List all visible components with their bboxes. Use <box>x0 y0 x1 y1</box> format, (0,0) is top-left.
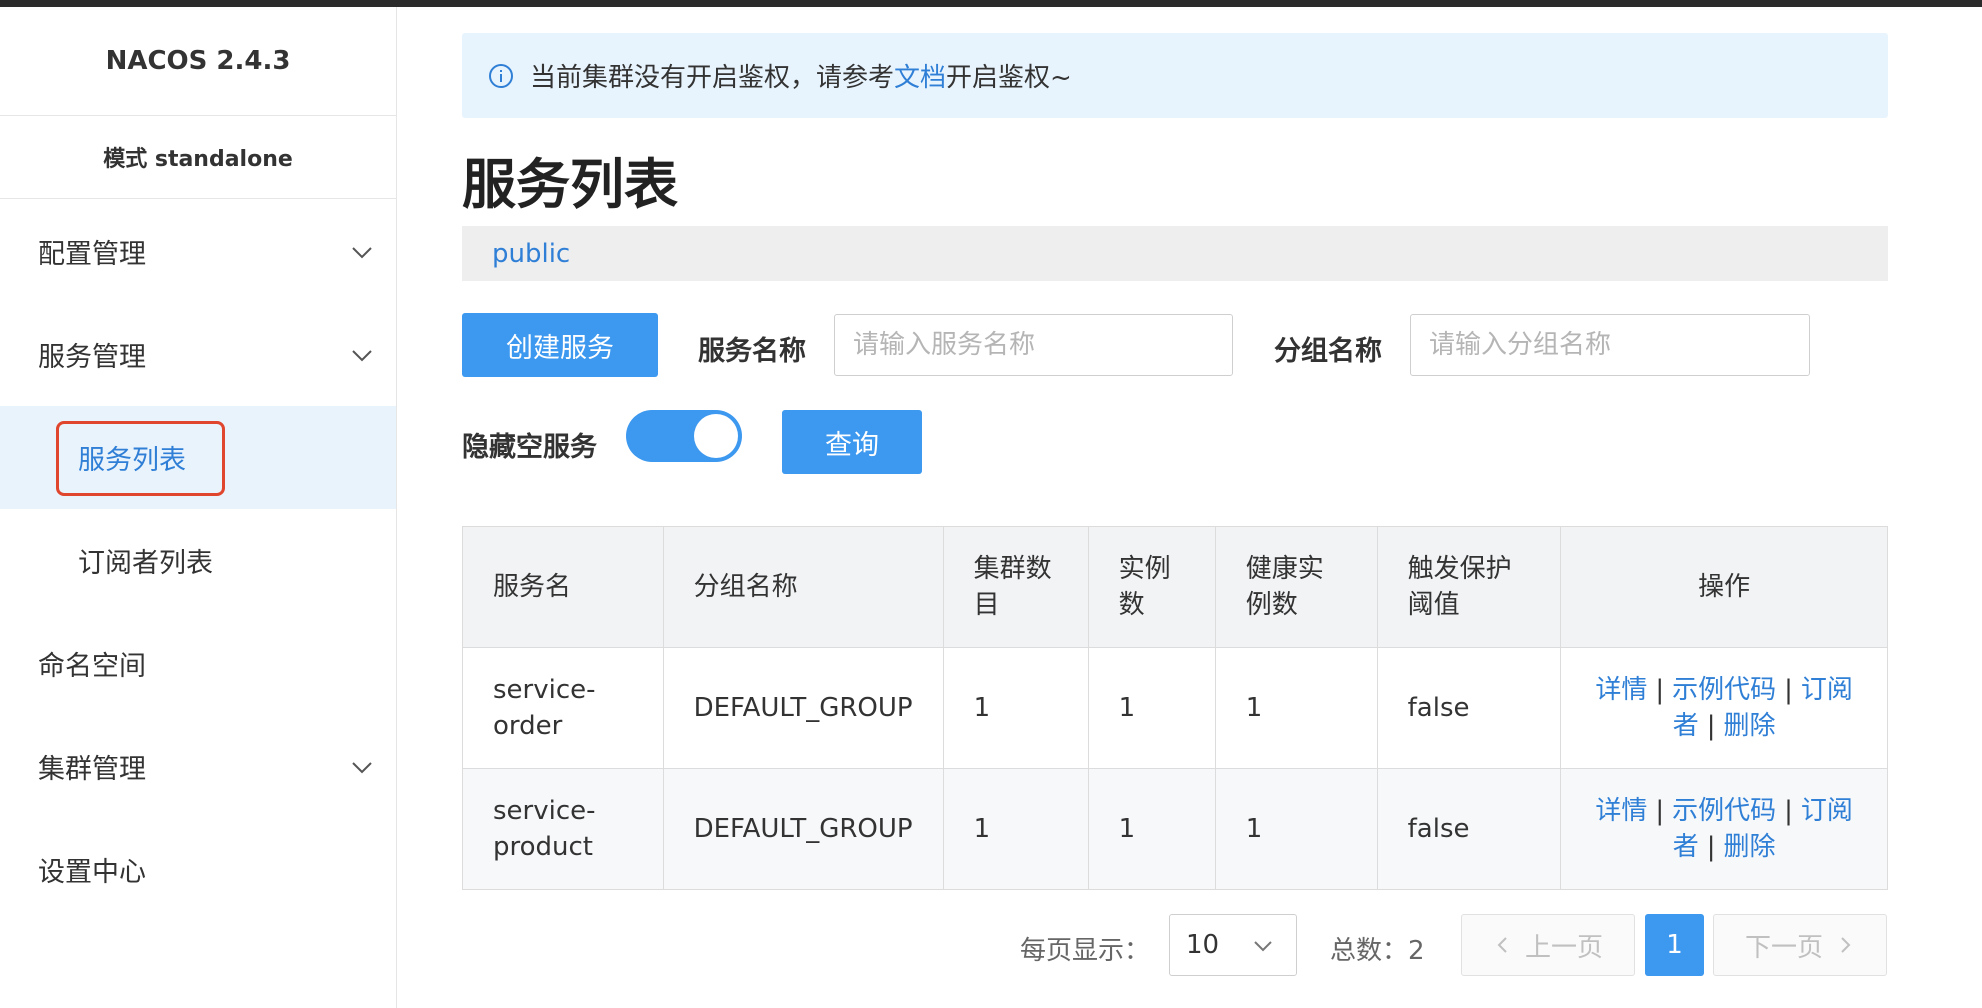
namespace-public[interactable]: public <box>492 239 570 269</box>
page-size-value: 10 <box>1186 930 1220 960</box>
cell-threshold: false <box>1376 768 1562 890</box>
sidebar-item-label: 命名空间 <box>38 651 146 682</box>
detail-link[interactable]: 详情 <box>1595 796 1647 826</box>
separator: | <box>1784 796 1793 826</box>
header-group-name: 分组名称 <box>662 526 944 648</box>
sidebar: NACOS 2.4.3 模式 standalone 配置管理 服务管理 服务列表… <box>0 7 397 1008</box>
sidebar-item-settings[interactable]: 设置中心 <box>0 818 396 921</box>
chevron-left-icon <box>1497 937 1507 953</box>
mode-label: 模式 standalone <box>0 116 396 199</box>
service-name-label: 服务名称 <box>698 336 806 367</box>
notice-prefix: 当前集群没有开启鉴权，请参考 <box>530 63 895 93</box>
create-service-button[interactable]: 创建服务 <box>462 313 658 377</box>
sidebar-item-label: 配置管理 <box>38 239 146 270</box>
sample-code-link[interactable]: 示例代码 <box>1672 796 1776 826</box>
prev-page-button[interactable]: 上一页 <box>1461 914 1635 976</box>
docs-link[interactable]: 文档 <box>894 63 946 93</box>
cell-group-name: DEFAULT_GROUP <box>662 768 944 890</box>
sidebar-item-label: 集群管理 <box>38 754 146 785</box>
delete-link[interactable]: 删除 <box>1724 711 1776 741</box>
page-size-select[interactable]: 10 <box>1169 914 1297 976</box>
sidebar-item-label: 服务管理 <box>38 342 146 373</box>
hide-empty-label: 隐藏空服务 <box>462 432 597 463</box>
table-row: service-order DEFAULT_GROUP 1 1 1 false … <box>462 647 1888 769</box>
sidebar-item-label: 订阅者列表 <box>78 548 213 579</box>
separator: | <box>1706 711 1716 741</box>
cell-actions: 详情 | 示例代码 | 订阅者 | 删除 <box>1560 647 1888 769</box>
header-cluster-count: 集群数目 <box>942 526 1089 648</box>
info-icon <box>489 63 513 88</box>
cell-instance-count: 1 <box>1087 768 1216 890</box>
chevron-down-icon <box>1254 941 1272 952</box>
sidebar-item-subscriber-list[interactable]: 订阅者列表 <box>0 509 396 612</box>
sidebar-item-label: 设置中心 <box>38 857 146 888</box>
sidebar-item-config[interactable]: 配置管理 <box>0 200 396 303</box>
notice-suffix: 开启鉴权~ <box>946 63 1072 93</box>
separator: | <box>1784 675 1793 705</box>
auth-notice: 当前集群没有开启鉴权，请参考文档开启鉴权~ <box>462 33 1888 118</box>
next-page-button[interactable]: 下一页 <box>1713 914 1887 976</box>
table-header-row: 服务名 分组名称 集群数目 实例数 健康实例数 触发保护阈值 操作 <box>462 526 1888 648</box>
top-bar <box>0 0 1982 7</box>
cell-actions: 详情 | 示例代码 | 订阅者 | 删除 <box>1560 768 1888 890</box>
page-1-button[interactable]: 1 <box>1645 914 1704 976</box>
page-size-label: 每页显示： <box>1020 936 1151 966</box>
service-table: 服务名 分组名称 集群数目 实例数 健康实例数 触发保护阈值 操作 servic… <box>462 526 1888 890</box>
header-actions: 操作 <box>1560 526 1888 648</box>
highlight-box <box>56 421 225 496</box>
sidebar-item-cluster[interactable]: 集群管理 <box>0 715 396 818</box>
sidebar-item-service[interactable]: 服务管理 <box>0 303 396 406</box>
page-title: 服务列表 <box>462 153 678 216</box>
toggle-knob <box>694 414 738 458</box>
header-instance-count: 实例数 <box>1087 526 1216 648</box>
header-service-name: 服务名 <box>462 526 664 648</box>
cell-instance-count: 1 <box>1087 647 1216 769</box>
separator: | <box>1706 832 1716 862</box>
group-name-input[interactable] <box>1410 314 1810 376</box>
sample-code-link[interactable]: 示例代码 <box>1672 675 1776 705</box>
header-threshold: 触发保护阈值 <box>1376 526 1562 648</box>
chevron-right-icon <box>1841 937 1851 953</box>
notice-text: 当前集群没有开启鉴权，请参考文档开启鉴权~ <box>530 57 1072 94</box>
cell-cluster-count: 1 <box>942 647 1089 769</box>
chevron-down-icon <box>352 350 372 362</box>
group-name-label: 分组名称 <box>1274 336 1382 367</box>
table-row: service-product DEFAULT_GROUP 1 1 1 fals… <box>462 768 1888 890</box>
namespace-bar: public <box>462 226 1888 281</box>
cell-service-name: service-order <box>462 647 664 769</box>
service-name-input[interactable] <box>834 314 1233 376</box>
separator: | <box>1655 796 1665 826</box>
chevron-down-icon <box>352 762 372 774</box>
cell-healthy-count: 1 <box>1214 647 1378 769</box>
cell-healthy-count: 1 <box>1214 768 1378 890</box>
hide-empty-toggle[interactable] <box>626 410 742 462</box>
query-button[interactable]: 查询 <box>782 410 922 474</box>
sidebar-item-namespace[interactable]: 命名空间 <box>0 612 396 715</box>
detail-link[interactable]: 详情 <box>1595 675 1647 705</box>
chevron-down-icon <box>352 247 372 259</box>
cell-threshold: false <box>1376 647 1562 769</box>
cell-group-name: DEFAULT_GROUP <box>662 647 944 769</box>
sidebar-item-service-list[interactable]: 服务列表 <box>0 406 396 509</box>
delete-link[interactable]: 删除 <box>1724 832 1776 862</box>
cell-cluster-count: 1 <box>942 768 1089 890</box>
brand-title: NACOS 2.4.3 <box>0 7 396 116</box>
next-page-label: 下一页 <box>1744 932 1823 963</box>
separator: | <box>1655 675 1665 705</box>
header-healthy-count: 健康实例数 <box>1214 526 1378 648</box>
total-count: 总数：2 <box>1330 936 1425 966</box>
cell-service-name: service-product <box>462 768 664 890</box>
prev-page-label: 上一页 <box>1524 932 1603 963</box>
